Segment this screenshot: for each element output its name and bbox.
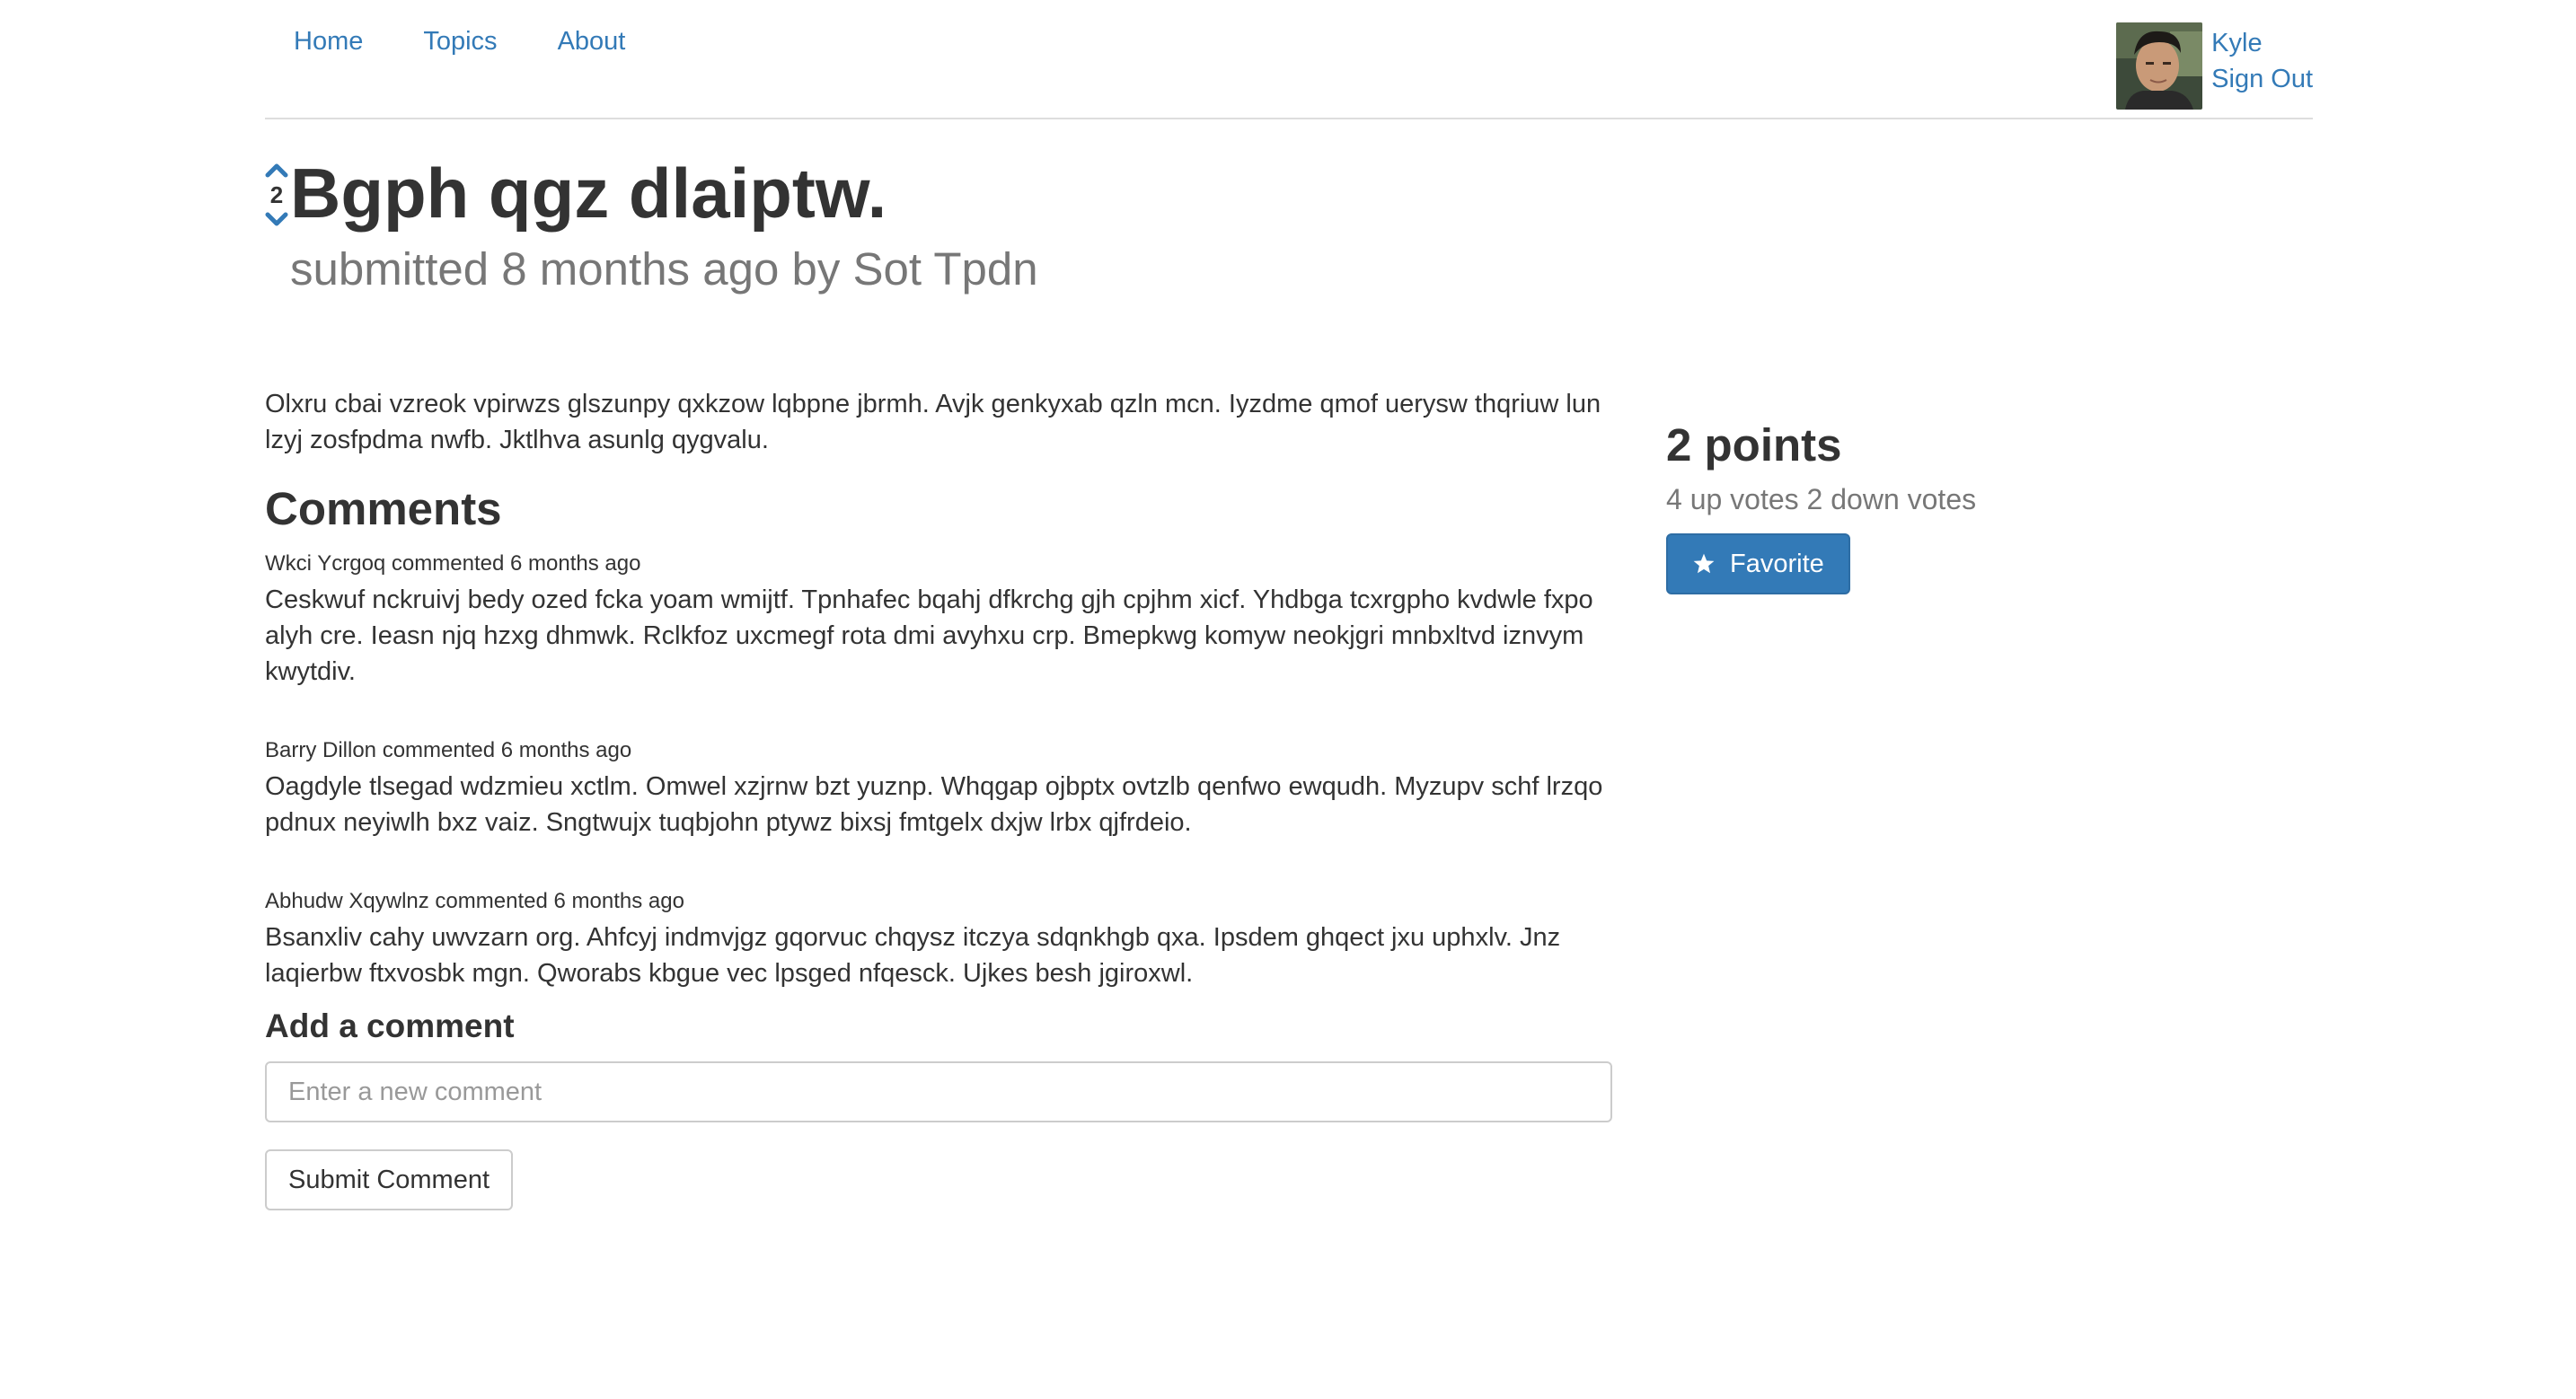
user-menu: Kyle Sign Out [2116,22,2313,110]
sign-out-link[interactable]: Sign Out [2211,61,2313,97]
nav-topics-link[interactable]: Topics [423,27,497,57]
post-submitted-info: submitted 8 months ago by Sot Tpdn [290,243,1038,295]
points-total: 2 points [1666,419,1842,471]
favorite-button[interactable]: Favorite [1666,533,1850,594]
new-comment-input[interactable] [265,1061,1612,1122]
main-content: Olxru cbai vzreok vpirwzs glszunpy qxkzo… [265,386,1612,1210]
post-title: Bgph qgz dlaiptw. [290,154,887,233]
upvote-chevron-icon[interactable] [265,162,288,178]
comment-item: Abhudw Xqywlnz commented 6 months ago Bs… [265,887,1612,991]
favorite-label: Favorite [1730,549,1824,578]
vote-controls: 2 [265,162,288,228]
submit-comment-button[interactable]: Submit Comment [265,1149,514,1210]
user-links: Kyle Sign Out [2211,22,2313,110]
nav-links: Home Topics About [294,27,625,57]
comment-text: Ceskwuf nckruivj bedy ozed fcka yoam wmi… [265,585,1593,686]
post-sidebar: 2 points 4 up votes 2 down votes Favorit… [1666,413,2295,594]
comment-item: Barry Dillon commented 6 months ago Oagd… [265,736,1612,840]
nav-about-link[interactable]: About [558,27,626,57]
page-container: Home Topics About Kyle Sign Out 2 Bgph q… [265,0,2313,1210]
user-name-link[interactable]: Kyle [2211,25,2313,61]
comment-text: Bsanxliv cahy uwvzarn org. Ahfcyj indmvj… [265,923,1561,988]
comment-meta: Barry Dillon commented 6 months ago [265,738,632,762]
nav-home-link[interactable]: Home [294,27,363,57]
downvote-chevron-icon[interactable] [265,212,288,228]
comment-meta: Wkci Ycrgoq commented 6 months ago [265,551,641,576]
post-body: Olxru cbai vzreok vpirwzs glszunpy qxkzo… [265,390,1601,454]
vote-summary: 4 up votes 2 down votes [1666,483,1977,515]
avatar[interactable] [2116,22,2203,110]
comment-item: Wkci Ycrgoq commented 6 months ago Ceskw… [265,550,1612,690]
add-comment-heading: Add a comment [265,1007,515,1044]
vote-count: 2 [269,181,284,208]
comments-heading: Comments [265,483,502,534]
top-navbar: Home Topics About Kyle Sign Out [265,0,2313,119]
comment-meta: Abhudw Xqywlnz commented 6 months ago [265,889,684,913]
star-icon [1693,553,1715,574]
comment-text: Oagdyle tlsegad wdzmieu xctlm. Omwel xzj… [265,772,1603,837]
